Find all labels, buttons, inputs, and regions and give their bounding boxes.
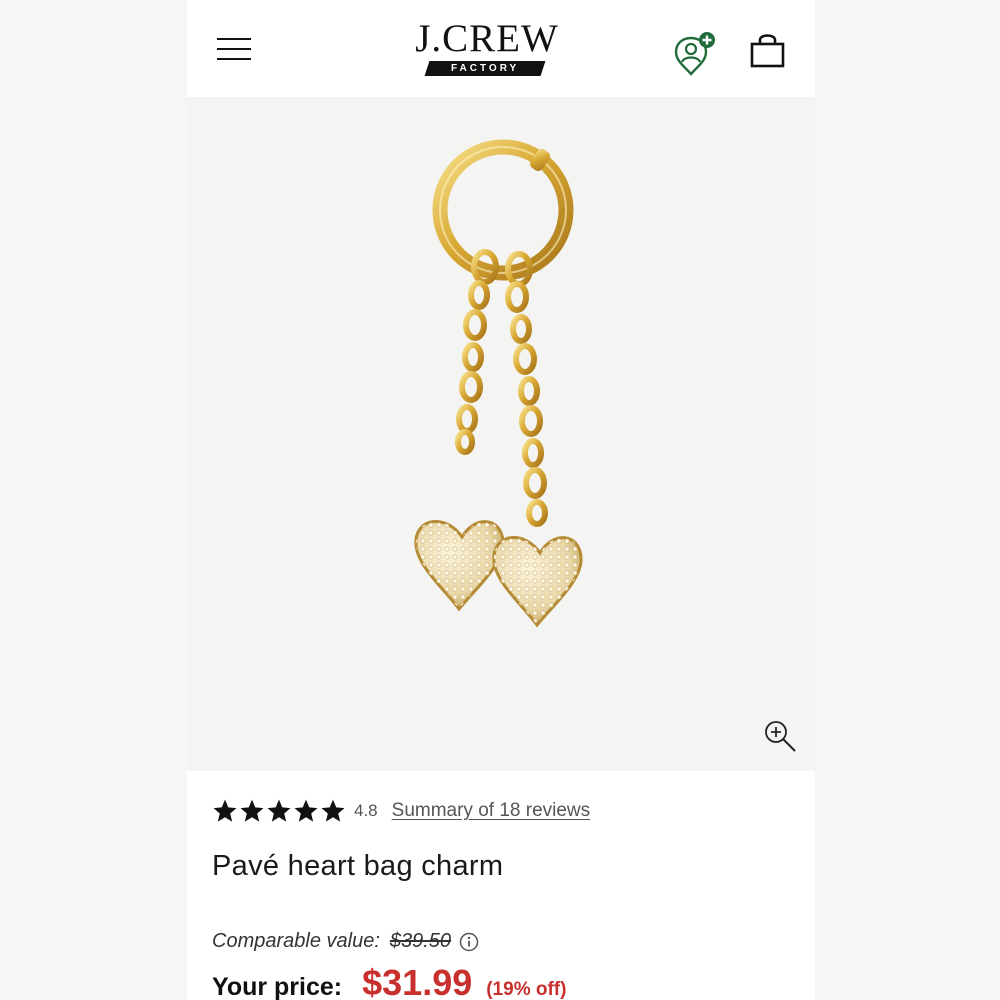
hamburger-line [217, 48, 251, 50]
heart-bag-charm-image [414, 139, 583, 628]
shopping-bag-icon [750, 34, 785, 68]
logo-main-text: J.CREW [415, 17, 559, 60]
star-icon [321, 799, 345, 822]
product-page: J.CREW FACTORY 4.8 Summary of 18 reviews… [187, 0, 815, 1000]
jcrew-factory-logo[interactable]: J.CREW FACTORY [407, 18, 567, 80]
shopping-bag-button[interactable] [749, 32, 787, 70]
info-icon[interactable] [459, 932, 479, 952]
discount-badge: (19% off) [486, 979, 567, 1000]
site-header: J.CREW FACTORY [187, 0, 815, 97]
menu-button[interactable] [215, 36, 253, 62]
star-icon [240, 799, 264, 822]
logo-sub-banner: FACTORY [424, 61, 546, 76]
comparable-value: $39.50 [389, 930, 452, 952]
zoom-button[interactable] [761, 717, 801, 757]
zoom-in-icon [765, 721, 796, 752]
account-location-add-icon [674, 32, 715, 76]
rating-value: 4.8 [354, 801, 378, 820]
rating-row: 4.8 Summary of 18 reviews [212, 795, 590, 827]
reviews-summary-link[interactable]: Summary of 18 reviews [392, 800, 591, 822]
star-rating [212, 798, 346, 824]
current-price: $31.99 [362, 962, 473, 1000]
hamburger-line [217, 58, 251, 60]
logo-sub-text: FACTORY [450, 63, 520, 74]
comparable-value-row: Comparable value: $39.50 [212, 930, 479, 953]
product-image[interactable] [187, 97, 815, 771]
hamburger-menu-icon [217, 38, 251, 40]
account-button[interactable] [673, 30, 719, 76]
comparable-value-label: Comparable value: [212, 930, 380, 952]
star-icon [267, 799, 291, 822]
price-label: Your price: [212, 973, 343, 1000]
product-title: Pavé heart bag charm [212, 850, 504, 882]
star-icon [213, 799, 237, 822]
star-icon [294, 799, 318, 822]
price-row: Your price: $31.99 (19% off) [212, 962, 566, 1000]
